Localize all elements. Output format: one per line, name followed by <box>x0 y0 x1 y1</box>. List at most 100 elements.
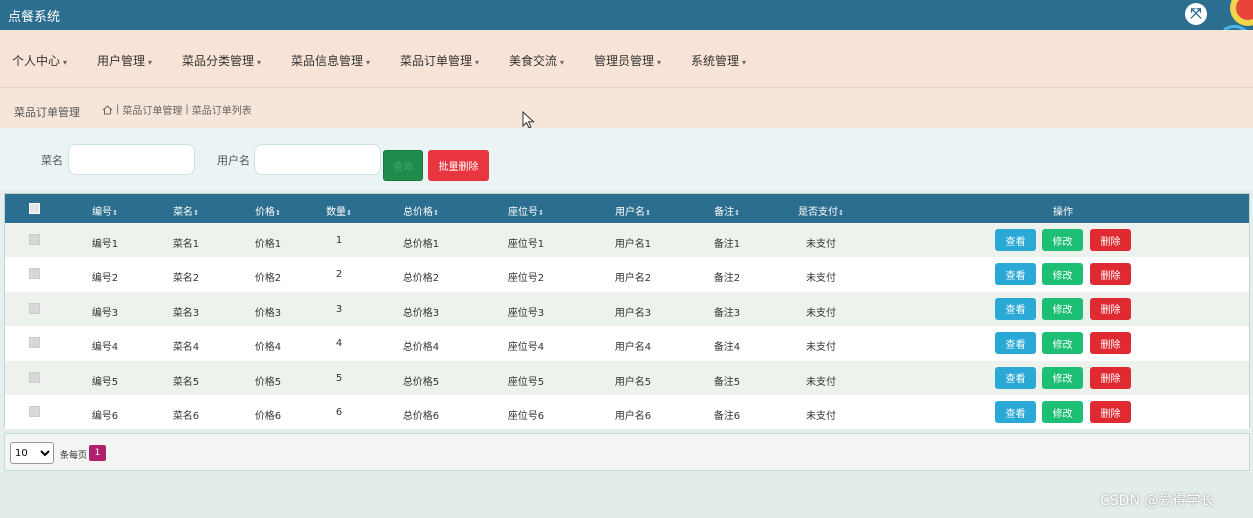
chevron-down-icon: ▾ <box>63 58 68 67</box>
row-checkbox[interactable] <box>29 337 40 349</box>
cell-note: 备注6 <box>713 411 741 422</box>
breadcrumb-bar: 菜品订单管理 | 菜品订单管理 | 菜品订单列表 <box>0 88 1253 128</box>
cell-price: 价格1 <box>254 239 282 250</box>
column-header-qty[interactable]: 数量⇕ <box>326 203 352 218</box>
fullscreen-toggle-icon[interactable]: ⤧ <box>1185 3 1207 25</box>
cell-price: 价格2 <box>254 273 282 285</box>
breadcrumb-current: 菜品订单列表 <box>191 106 252 117</box>
delete-button[interactable]: 删除 <box>1090 332 1131 355</box>
cell-paid: 未支付 <box>806 239 836 250</box>
nav-item-personal-center[interactable]: 个人中心 ▾ <box>12 52 67 69</box>
page-number-current[interactable]: 1 <box>89 445 106 461</box>
search-button[interactable]: 查询 <box>383 150 423 181</box>
sort-icon: ⇕ <box>645 209 651 217</box>
delete-button[interactable]: 删除 <box>1090 263 1131 286</box>
cell-seat: 座位号6 <box>507 411 545 422</box>
sort-icon: ⇕ <box>433 209 439 217</box>
cell-note: 备注2 <box>713 273 741 285</box>
view-button[interactable]: 查看 <box>995 401 1036 423</box>
cell-price: 价格5 <box>254 376 282 388</box>
row-checkbox[interactable] <box>29 302 40 314</box>
title-bar: 点餐系统 ⤧ <box>0 0 1253 30</box>
cell-user: 用户名6 <box>614 411 652 422</box>
edit-button[interactable]: 修改 <box>1042 366 1083 389</box>
cell-dish: 菜名1 <box>172 239 200 250</box>
cell-price: 价格3 <box>254 307 282 319</box>
cell-seat: 座位号5 <box>507 376 545 388</box>
view-button[interactable]: 查看 <box>995 263 1036 286</box>
cell-user: 用户名5 <box>614 376 652 388</box>
edit-button[interactable]: 修改 <box>1042 229 1083 251</box>
search-bar: 菜名 用户名 查询 批量删除 <box>0 128 1253 190</box>
cell-seat: 座位号1 <box>507 239 545 250</box>
edit-button[interactable]: 修改 <box>1042 401 1083 423</box>
cell-id: 编号3 <box>91 307 119 319</box>
delete-button[interactable]: 删除 <box>1090 297 1131 320</box>
column-header-id[interactable]: 编号⇕ <box>92 203 118 218</box>
home-icon[interactable] <box>102 104 113 115</box>
chevron-down-icon: ▾ <box>742 58 747 67</box>
orders-table: 编号⇕ 菜名⇕ 价格⇕ 数量⇕ 总价格⇕ 座位号⇕ 用户名⇕ 备注⇕ 是否支付⇕… <box>4 193 1250 430</box>
row-checkbox[interactable] <box>29 371 40 383</box>
sort-icon: ⇕ <box>193 209 199 217</box>
column-header-note[interactable]: 备注⇕ <box>714 203 740 218</box>
row-checkbox[interactable] <box>29 234 40 245</box>
batch-delete-button[interactable]: 批量删除 <box>428 150 489 181</box>
delete-button[interactable]: 删除 <box>1090 401 1131 423</box>
nav-item-food-exchange[interactable]: 美食交流 ▾ <box>509 52 564 69</box>
pagination: 10 条每页 1 <box>4 433 1250 471</box>
cell-price: 价格6 <box>254 411 282 422</box>
sort-icon: ⇕ <box>734 209 740 217</box>
cell-id: 编号5 <box>91 376 119 388</box>
cell-note: 备注3 <box>713 307 741 319</box>
nav-item-admin-management[interactable]: 管理员管理 ▾ <box>594 52 661 69</box>
username-input[interactable] <box>254 144 381 175</box>
cell-note: 备注5 <box>713 376 741 388</box>
edit-button[interactable]: 修改 <box>1042 332 1083 355</box>
edit-button[interactable]: 修改 <box>1042 297 1083 320</box>
view-button[interactable]: 查看 <box>995 366 1036 389</box>
main-nav: 个人中心 ▾ 用户管理 ▾ 菜品分类管理 ▾ 菜品信息管理 ▾ 菜品订单管理 ▾ 美食交流… <box>0 30 1253 88</box>
delete-button[interactable]: 删除 <box>1090 229 1131 251</box>
chevron-down-icon: ▾ <box>475 58 480 67</box>
select-all-checkbox[interactable] <box>29 203 40 214</box>
footer-band <box>0 472 1253 518</box>
cell-id: 编号4 <box>91 342 119 354</box>
edit-button[interactable]: 修改 <box>1042 263 1083 286</box>
row-checkbox[interactable] <box>29 268 40 280</box>
view-button[interactable]: 查看 <box>995 332 1036 355</box>
per-page-label: 条每页 <box>60 451 88 461</box>
sort-icon: ⇕ <box>838 209 844 217</box>
cell-total: 总价格2 <box>402 273 440 285</box>
row-checkbox[interactable] <box>29 406 40 417</box>
nav-item-dish-category[interactable]: 菜品分类管理 ▾ <box>182 52 261 69</box>
column-header-seat[interactable]: 座位号⇕ <box>508 203 544 218</box>
dish-name-label: 菜名 <box>41 154 63 167</box>
table-row: 编号4 菜名4 价格4 4 总价格4 座位号4 用户名4 备注4 未支付 查看 … <box>5 326 1249 361</box>
nav-item-dish-orders[interactable]: 菜品订单管理 ▾ <box>400 52 479 69</box>
page-size-select[interactable]: 10 <box>10 442 54 464</box>
cell-user: 用户名4 <box>614 342 652 354</box>
table-row: 编号3 菜名3 价格3 3 总价格3 座位号3 用户名3 备注3 未支付 查看 … <box>5 291 1249 327</box>
column-header-total[interactable]: 总价格⇕ <box>403 203 439 218</box>
cell-paid: 未支付 <box>806 376 836 388</box>
column-header-dish[interactable]: 菜名⇕ <box>173 203 199 218</box>
breadcrumb: | 菜品订单管理 | 菜品订单列表 <box>102 102 252 117</box>
cell-seat: 座位号4 <box>507 342 545 354</box>
dish-name-input[interactable] <box>68 144 195 175</box>
delete-button[interactable]: 删除 <box>1090 366 1131 389</box>
cell-total: 总价格4 <box>402 342 440 354</box>
nav-item-user-management[interactable]: 用户管理 ▾ <box>97 52 152 69</box>
nav-item-dish-info[interactable]: 菜品信息管理 ▾ <box>291 52 370 69</box>
column-header-paid[interactable]: 是否支付⇕ <box>798 203 844 218</box>
sort-icon: ⇕ <box>112 209 118 217</box>
chevron-down-icon: ▾ <box>657 58 662 67</box>
view-button[interactable]: 查看 <box>995 297 1036 320</box>
cell-note: 备注1 <box>713 239 741 250</box>
view-button[interactable]: 查看 <box>995 229 1036 251</box>
cell-dish: 菜名2 <box>172 273 200 285</box>
column-header-price[interactable]: 价格⇕ <box>255 203 281 218</box>
nav-item-system-management[interactable]: 系统管理 ▾ <box>691 52 746 69</box>
breadcrumb-link-orders[interactable]: 菜品订单管理 <box>122 102 182 117</box>
column-header-user[interactable]: 用户名⇕ <box>615 203 651 218</box>
